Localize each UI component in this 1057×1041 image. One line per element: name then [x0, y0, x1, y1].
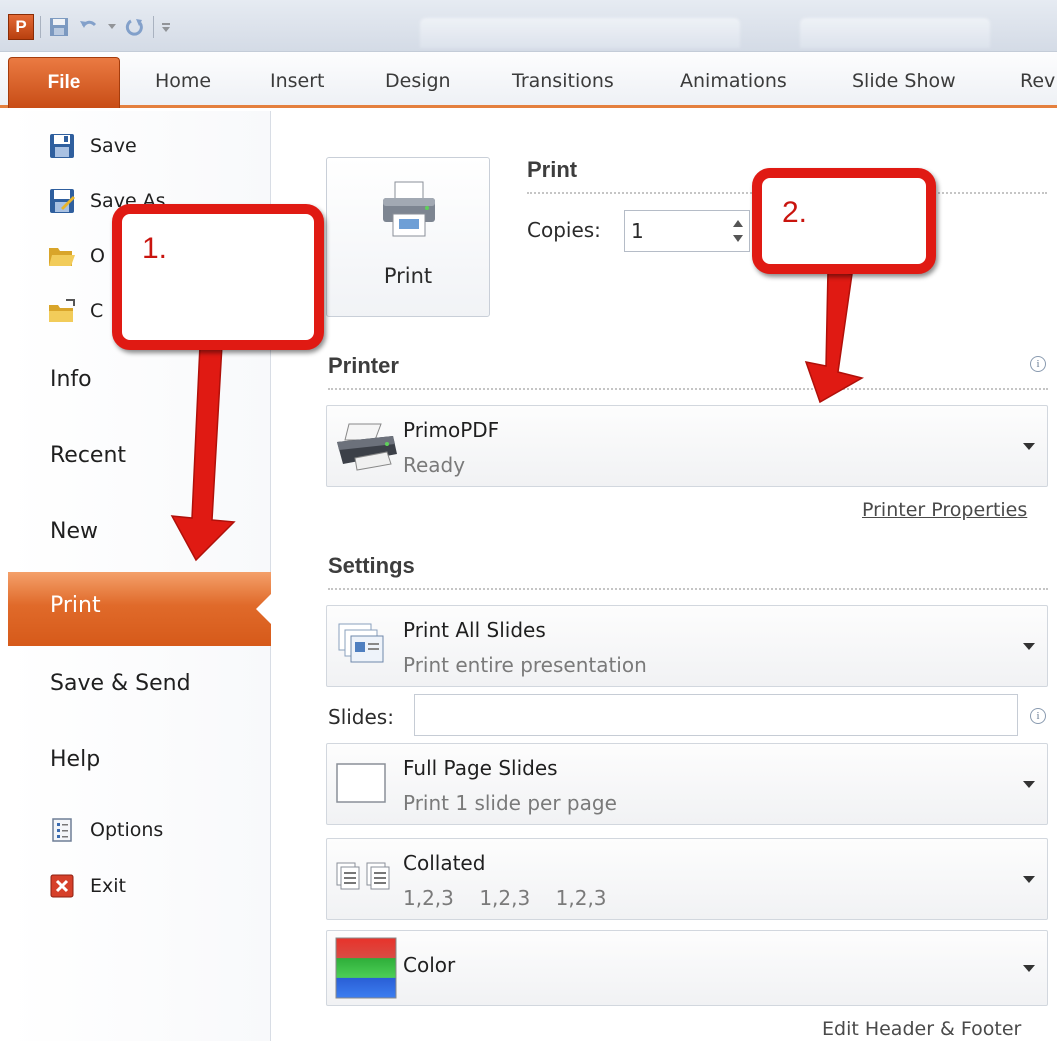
- copies-stepper[interactable]: 1: [624, 210, 750, 252]
- layout-subtitle: Print 1 slide per page: [403, 791, 617, 815]
- chevron-down-icon: [1023, 643, 1035, 650]
- tab-review[interactable]: Rev: [1020, 70, 1055, 92]
- nav-close[interactable]: C: [48, 296, 103, 326]
- print-section-title: Print: [527, 157, 578, 182]
- redo-icon[interactable]: [123, 15, 147, 39]
- nav-print-label: Print: [50, 593, 101, 618]
- nav-options[interactable]: Options: [48, 815, 163, 845]
- logo-letter: P: [15, 17, 27, 36]
- print-button-label: Print: [383, 264, 433, 288]
- copies-value: 1: [631, 219, 644, 243]
- color-swatch-icon: [335, 937, 397, 999]
- annotation-callout-1: 1.: [112, 204, 324, 350]
- collation-dropdown[interactable]: Collated 1,2,3 1,2,3 1,2,3: [326, 838, 1048, 920]
- nav-close-label: C: [90, 300, 104, 322]
- quick-access-toolbar: P: [8, 14, 172, 40]
- color-title: Color: [403, 953, 456, 977]
- printer-info-icon[interactable]: i: [1030, 356, 1046, 372]
- qat-save-icon[interactable]: [47, 15, 71, 39]
- tab-transitions[interactable]: Transitions: [512, 70, 614, 92]
- collated-icon: [336, 862, 390, 890]
- chevron-down-icon: [1023, 443, 1035, 450]
- exit-icon: [48, 872, 76, 900]
- printer-properties-link[interactable]: Printer Properties: [862, 499, 1027, 521]
- close-folder-icon: [48, 297, 76, 325]
- print-button[interactable]: Print: [326, 157, 490, 317]
- taskbar-window-tab: [420, 18, 740, 48]
- chevron-down-icon: [1023, 781, 1035, 788]
- powerpoint-logo-icon[interactable]: P: [8, 14, 34, 40]
- settings-section-title: Settings: [328, 553, 415, 578]
- layout-title: Full Page Slides: [403, 756, 558, 780]
- nav-help[interactable]: Help: [50, 747, 100, 772]
- toolbar-divider: [153, 16, 154, 38]
- open-folder-icon: [48, 242, 76, 270]
- options-icon: [48, 816, 76, 844]
- slides-label: Slides:: [328, 705, 394, 729]
- tab-animations[interactable]: Animations: [680, 70, 787, 92]
- tab-slide-show[interactable]: Slide Show: [852, 70, 956, 92]
- spinner-arrows-icon[interactable]: [729, 215, 747, 247]
- nav-new[interactable]: New: [50, 519, 98, 544]
- printer-icon: [383, 181, 435, 237]
- print-all-slides-icon: [338, 623, 384, 663]
- nav-options-label: Options: [90, 819, 164, 841]
- undo-dropdown-icon[interactable]: [107, 15, 117, 39]
- printer-divider: [328, 388, 1048, 390]
- color-dropdown[interactable]: Color: [326, 930, 1048, 1006]
- print-range-dropdown[interactable]: Print All Slides Print entire presentati…: [326, 605, 1048, 687]
- tab-file[interactable]: File: [8, 57, 120, 108]
- undo-icon[interactable]: [77, 15, 101, 39]
- printer-dropdown[interactable]: PrimoPDF Ready: [326, 405, 1048, 487]
- nav-print[interactable]: Print: [8, 572, 272, 646]
- nav-save-label: Save: [90, 135, 137, 157]
- callout-1-label: 1.: [142, 232, 168, 265]
- print-range-title: Print All Slides: [403, 618, 546, 642]
- chevron-down-icon: [1023, 965, 1035, 972]
- printer-section-title: Printer: [328, 353, 399, 378]
- printer-device-icon: [337, 423, 397, 471]
- tab-insert[interactable]: Insert: [270, 70, 325, 92]
- chevron-down-icon: [1023, 876, 1035, 883]
- taskbar-window-tab: [800, 18, 990, 48]
- arrow-2: [804, 269, 864, 404]
- tab-home[interactable]: Home: [155, 70, 211, 92]
- layout-dropdown[interactable]: Full Page Slides Print 1 slide per page: [326, 743, 1048, 825]
- title-bar: P: [0, 0, 1057, 52]
- collation-subtitle: 1,2,3 1,2,3 1,2,3: [403, 886, 607, 910]
- callout-2-label: 2.: [782, 196, 808, 229]
- print-range-subtitle: Print entire presentation: [403, 653, 647, 677]
- nav-open[interactable]: O: [48, 241, 105, 271]
- slides-info-icon[interactable]: i: [1030, 708, 1046, 724]
- ribbon-tab-bar: File Home Insert Design Transitions Anim…: [0, 52, 1057, 108]
- collation-title: Collated: [403, 851, 486, 875]
- nav-recent[interactable]: Recent: [50, 443, 126, 468]
- copies-label: Copies:: [527, 218, 601, 242]
- printer-status: Ready: [403, 453, 466, 477]
- customize-toolbar-icon[interactable]: [160, 15, 172, 39]
- slides-input[interactable]: [414, 694, 1018, 736]
- save-as-icon: [48, 187, 76, 215]
- tab-design[interactable]: Design: [385, 70, 451, 92]
- nav-info[interactable]: Info: [50, 367, 92, 392]
- nav-open-label: O: [90, 245, 105, 267]
- nav-save-send[interactable]: Save & Send: [50, 671, 191, 696]
- save-icon: [48, 132, 76, 160]
- annotation-callout-2: 2.: [752, 168, 936, 274]
- full-page-slide-icon: [336, 763, 386, 803]
- settings-divider: [328, 588, 1048, 590]
- selected-indicator: [256, 593, 272, 625]
- nav-exit-label: Exit: [90, 875, 126, 897]
- nav-exit[interactable]: Exit: [48, 871, 126, 901]
- edit-header-footer-link[interactable]: Edit Header & Footer: [822, 1018, 1021, 1040]
- printer-name: PrimoPDF: [403, 418, 500, 442]
- tab-file-label: File: [47, 72, 81, 93]
- nav-save[interactable]: Save: [48, 131, 137, 161]
- toolbar-divider: [40, 16, 41, 38]
